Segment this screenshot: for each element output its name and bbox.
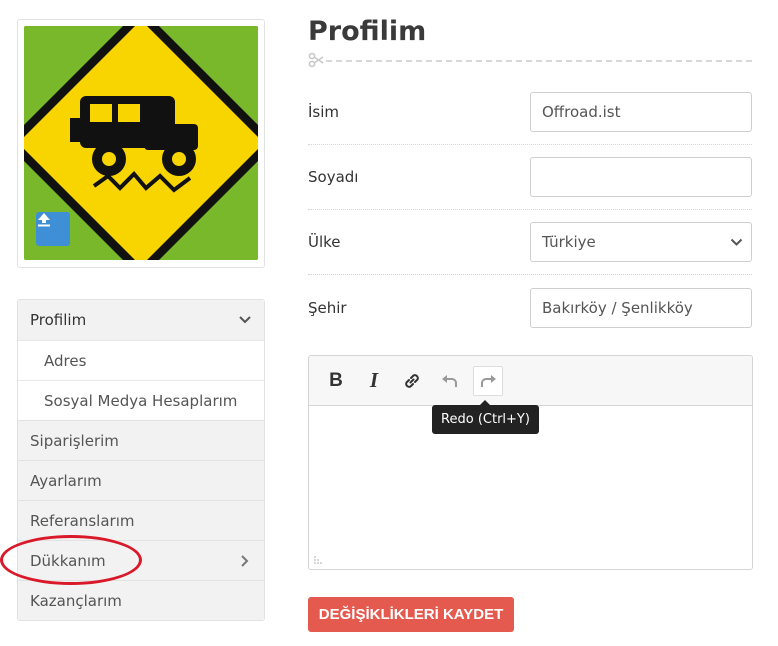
surname-label: Soyadı bbox=[308, 168, 359, 186]
name-input[interactable]: Offroad.ist bbox=[530, 92, 752, 132]
sidebar-item-label: Siparişlerim bbox=[30, 431, 119, 450]
bold-button[interactable]: B bbox=[321, 366, 351, 396]
resize-grip-icon[interactable] bbox=[314, 554, 324, 564]
country-select-value: Türkiye bbox=[542, 233, 596, 251]
save-changes-button[interactable]: DEĞİŞİKLİKLERİ KAYDET bbox=[308, 597, 514, 632]
sidebar-item-profilim[interactable]: Profilim bbox=[18, 300, 264, 340]
form-row-city: Şehir Bakırköy / Şenlikköy bbox=[308, 275, 752, 340]
sidebar-item-ayarlarim[interactable]: Ayarlarım bbox=[18, 460, 264, 500]
sidebar-item-kazanclarim[interactable]: Kazançlarım bbox=[18, 580, 264, 620]
sidebar-item-dukkanim[interactable]: Dükkanım bbox=[18, 540, 264, 580]
italic-button[interactable]: I bbox=[359, 366, 389, 396]
link-button[interactable] bbox=[397, 366, 427, 396]
link-icon bbox=[405, 373, 419, 388]
scissors-icon bbox=[308, 52, 324, 68]
country-label: Ülke bbox=[308, 233, 341, 251]
form-row-country: Ülke Türkiye bbox=[308, 210, 752, 275]
sidebar-item-label: Dükkanım bbox=[30, 551, 106, 570]
country-select[interactable]: Türkiye bbox=[530, 222, 752, 262]
sidebar-item-label: Adres bbox=[44, 351, 87, 370]
editor-toolbar: B I bbox=[309, 356, 752, 406]
form-row-surname: Soyadı bbox=[308, 145, 752, 210]
sidebar-menu: Profilim Adres Sosyal Medya Hesaplarım S… bbox=[17, 299, 265, 621]
title-divider bbox=[308, 52, 752, 68]
chevron-down-icon bbox=[730, 238, 743, 246]
sidebar-item-label: Sosyal Medya Hesaplarım bbox=[44, 391, 238, 410]
city-input[interactable]: Bakırköy / Şenlikköy bbox=[530, 287, 752, 328]
upload-button[interactable] bbox=[36, 212, 70, 246]
redo-tooltip: Redo (Ctrl+Y) bbox=[432, 400, 539, 434]
redo-button[interactable] bbox=[473, 365, 503, 396]
sidebar-item-siparislerim[interactable]: Siparişlerim bbox=[18, 420, 264, 460]
name-label: İsim bbox=[308, 103, 340, 121]
undo-button[interactable] bbox=[435, 366, 465, 396]
redo-icon bbox=[481, 374, 496, 387]
sidebar-item-label: Referanslarım bbox=[30, 511, 135, 530]
avatar bbox=[24, 26, 258, 260]
page-title: Profilim bbox=[308, 16, 427, 47]
sidebar-item-adres[interactable]: Adres bbox=[18, 340, 264, 380]
sidebar-item-label: Profilim bbox=[30, 311, 87, 329]
city-label: Şehir bbox=[308, 298, 347, 317]
rich-text-editor: B I bbox=[308, 355, 753, 570]
upload-icon bbox=[38, 213, 50, 227]
sidebar-item-referanslarim[interactable]: Referanslarım bbox=[18, 500, 264, 540]
avatar-card bbox=[17, 19, 265, 268]
sidebar-item-sosyal-medya[interactable]: Sosyal Medya Hesaplarım bbox=[18, 380, 264, 420]
surname-input[interactable] bbox=[530, 157, 752, 197]
sidebar-item-label: Ayarlarım bbox=[30, 471, 102, 490]
chevron-right-icon bbox=[238, 554, 252, 568]
undo-icon bbox=[442, 374, 457, 387]
form-row-name: İsim Offroad.ist bbox=[308, 80, 752, 145]
sidebar-item-label: Kazançlarım bbox=[30, 591, 122, 610]
chevron-down-icon bbox=[238, 313, 252, 327]
